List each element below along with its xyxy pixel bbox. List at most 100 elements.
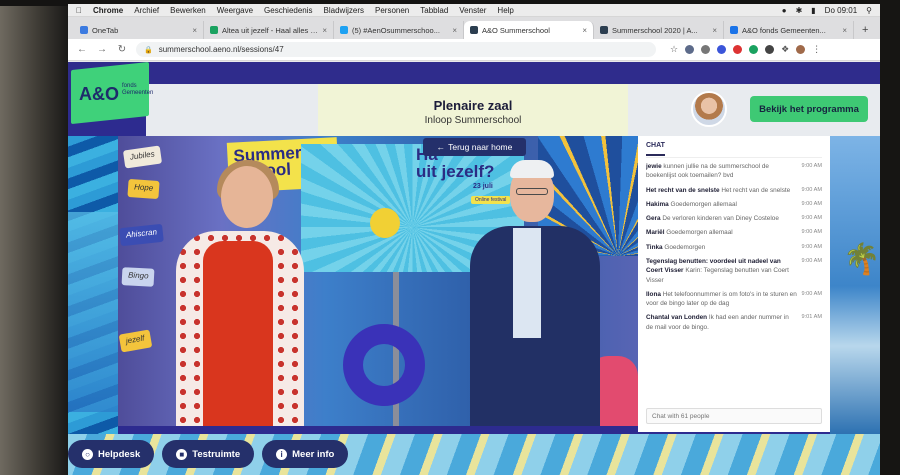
- menubar-app-name[interactable]: Chrome: [93, 6, 123, 15]
- tab-summerschool-active[interactable]: A&O Summerschool ×: [464, 21, 594, 39]
- chat-message: Gera De verloren kinderen van Diney Cost…: [646, 214, 822, 223]
- forward-arrow-icon[interactable]: →: [96, 44, 108, 55]
- chat-message-author: Hakima: [646, 200, 669, 208]
- back-arrow-icon[interactable]: ←: [76, 44, 88, 55]
- wifi-icon[interactable]: ●: [782, 6, 787, 15]
- chat-message-time: 9:00 AM: [801, 215, 822, 222]
- tab-onetab[interactable]: OneTab ×: [74, 21, 204, 39]
- star-icon[interactable]: ☆: [670, 44, 678, 55]
- video-sign: Jubiles: [122, 145, 162, 169]
- extension-icon[interactable]: [685, 45, 695, 54]
- apple-icon[interactable]: : [76, 6, 82, 15]
- reload-icon[interactable]: ↻: [116, 44, 128, 55]
- video-heading-line2: uit jezelf?: [416, 162, 495, 181]
- extension-icon[interactable]: [733, 45, 743, 54]
- chat-message: Tinka Goedemorgen 9:00 AM: [646, 243, 822, 252]
- video-sun-graphic: [370, 208, 400, 238]
- battery-icon[interactable]: ▮: [811, 6, 815, 15]
- back-to-home-button[interactable]: ← Terug naar home: [423, 138, 526, 156]
- chat-message-time: 9:00 AM: [801, 290, 822, 297]
- tab-summerschool-2020[interactable]: Summerschool 2020 | A... ×: [594, 21, 724, 39]
- chat-message-time: 9:00 AM: [801, 243, 822, 250]
- chat-message-time: 9:00 AM: [801, 257, 822, 264]
- kebab-menu-icon[interactable]: ⋮: [812, 44, 821, 55]
- tab-close-icon[interactable]: ×: [192, 26, 197, 35]
- chat-message-author: Ilona: [646, 290, 661, 298]
- chat-message-text: kunnen jullie na de summerschool de boek…: [646, 163, 769, 180]
- testruimte-button[interactable]: ■ Testruimte: [162, 440, 255, 468]
- spotlight-icon[interactable]: ⚲: [866, 6, 872, 15]
- chat-message-text: Goedemorgen allemaal: [666, 229, 733, 237]
- tab-favicon-icon: [600, 26, 608, 34]
- tab-close-icon[interactable]: ×: [452, 26, 457, 35]
- new-tab-button[interactable]: +: [854, 21, 876, 39]
- lock-icon[interactable]: 🔒: [144, 46, 153, 54]
- chat-message: Ilona Het telefoonnummer is om foto's in…: [646, 290, 822, 309]
- palm-tree-decoration: 🌴: [843, 243, 880, 276]
- extension-icon[interactable]: [701, 45, 711, 54]
- menubar-item-geschiedenis[interactable]: Geschiedenis: [264, 6, 312, 15]
- extension-icon[interactable]: [765, 45, 775, 54]
- tab-favicon-icon: [470, 26, 478, 34]
- menubar-clock[interactable]: Do 09:01: [825, 6, 857, 15]
- extension-icon[interactable]: [717, 45, 727, 54]
- menubar-item-tabblad[interactable]: Tabblad: [420, 6, 448, 15]
- meer-info-button[interactable]: i Meer info: [262, 440, 349, 468]
- menubar-item-venster[interactable]: Venster: [459, 6, 486, 15]
- meer-info-label: Meer info: [292, 448, 335, 460]
- menubar-item-archief[interactable]: Archief: [134, 6, 159, 15]
- video-player[interactable]: Jubiles Hope Ahiscran Bingo jezelf Summe…: [118, 136, 638, 426]
- chat-messages[interactable]: jewie kunnen jullie na de summerschool d…: [646, 158, 822, 390]
- browser-tab-strip: OneTab × Altea uit jezelf - Haal alles u…: [68, 17, 880, 39]
- mac-menubar:  Chrome Archief Bewerken Weergave Gesch…: [68, 4, 880, 17]
- chat-tab-header[interactable]: CHAT: [646, 136, 822, 158]
- screen:  Chrome Archief Bewerken Weergave Gesch…: [68, 4, 880, 475]
- session-subtitle: Inloop Summerschool: [424, 115, 522, 126]
- menubar-item-help[interactable]: Help: [497, 6, 513, 15]
- chat-message-text: Het recht van de snelste: [721, 186, 791, 194]
- bottom-action-bar: ○ Helpdesk ■ Testruimte i Meer info: [68, 440, 349, 468]
- video-sign: Bingo: [121, 267, 155, 287]
- profile-avatar-icon[interactable]: [796, 45, 806, 54]
- extension-icon[interactable]: [749, 45, 759, 54]
- chat-message-author: Gera: [646, 215, 661, 223]
- chat-message-author: Mariël: [646, 229, 665, 237]
- page-top-strip: [68, 62, 880, 84]
- bluetooth-icon[interactable]: ✱: [796, 6, 803, 15]
- address-bar[interactable]: 🔒 summerschool.aeno.nl/sessions/47: [136, 42, 656, 57]
- tab-altea[interactable]: Altea uit jezelf - Haal alles uit... ×: [204, 21, 334, 39]
- menubar-item-bladwijzers[interactable]: Bladwijzers: [324, 6, 364, 15]
- menubar-item-bewerken[interactable]: Bewerken: [170, 6, 206, 15]
- chat-message-author: jewie: [646, 163, 662, 170]
- user-avatar[interactable]: [691, 91, 727, 127]
- menubar-item-weergave[interactable]: Weergave: [217, 6, 253, 15]
- helpdesk-button[interactable]: ○ Helpdesk: [68, 440, 155, 468]
- chat-message-time: 9:00 AM: [801, 229, 822, 236]
- chat-message-text: Goedemorgen: [664, 243, 706, 251]
- menubar-item-personen[interactable]: Personen: [375, 6, 409, 15]
- tab-close-icon[interactable]: ×: [322, 26, 327, 35]
- video-presenter-man-shirt: [513, 228, 541, 338]
- tab-label: A&O fonds Gemeenten...: [742, 25, 826, 35]
- tab-close-icon[interactable]: ×: [842, 26, 847, 35]
- tab-close-icon[interactable]: ×: [582, 26, 587, 35]
- ao-fonds-logo[interactable]: A&O fonds Gemeenten: [71, 62, 153, 125]
- tab-twitter[interactable]: (5) #AenOsummerschoo... ×: [334, 21, 464, 39]
- puzzle-icon[interactable]: ❖: [781, 44, 789, 55]
- video-presenter-woman-dress: [203, 241, 273, 426]
- chat-message-time: 9:01 AM: [801, 314, 822, 321]
- tab-label: (5) #AenOsummerschoo...: [352, 25, 440, 35]
- video-ring-prop: [343, 324, 425, 406]
- video-presenter-man-glasses: [516, 188, 548, 195]
- chat-message-time: 9:00 AM: [801, 200, 822, 207]
- video-screen-badge: Online festival: [471, 196, 511, 204]
- logo-subtitle: fonds Gemeenten: [122, 83, 153, 96]
- tab-ao-fonds[interactable]: A&O fonds Gemeenten... ×: [724, 21, 854, 39]
- view-program-button[interactable]: Bekijk het programma: [750, 96, 868, 122]
- tab-close-icon[interactable]: ×: [712, 26, 717, 35]
- address-url: summerschool.aeno.nl/sessions/47: [158, 45, 284, 54]
- arrow-left-icon: ←: [436, 142, 446, 152]
- chat-input[interactable]: [646, 408, 822, 424]
- menubar-status-area: ● ✱ ▮ Do 09:01 ⚲: [782, 6, 872, 15]
- laptop-bezel-left: [0, 0, 68, 475]
